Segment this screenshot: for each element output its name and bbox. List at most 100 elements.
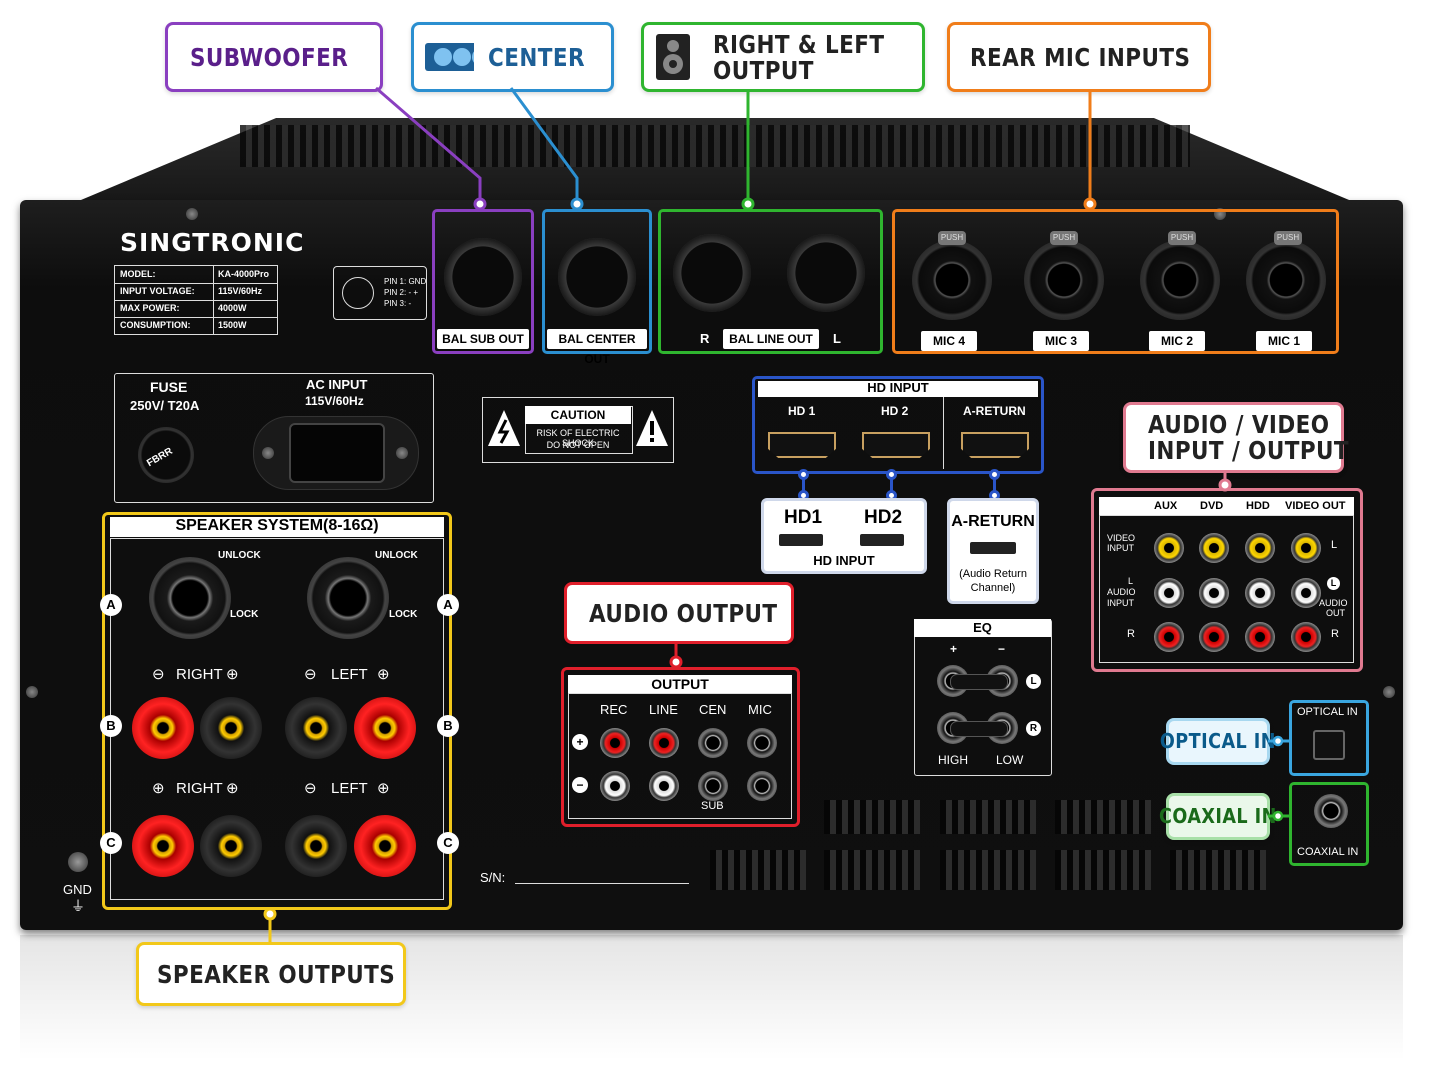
- gnd-label: GND: [63, 882, 92, 897]
- hdd-audio-r-jack[interactable]: [1245, 622, 1275, 652]
- ac-input-socket[interactable]: [289, 423, 385, 483]
- hd2-port[interactable]: [862, 432, 930, 458]
- line-label: LINE: [649, 702, 678, 717]
- push-latch[interactable]: PUSH: [1274, 231, 1302, 245]
- binding-post-black[interactable]: [200, 815, 262, 877]
- rec-label: REC: [600, 702, 628, 717]
- minus-marker: −: [572, 777, 588, 793]
- hd2-port-label: HD 2: [881, 404, 909, 418]
- vent: [1170, 850, 1266, 890]
- exclamation-warning-icon: [636, 410, 668, 446]
- line-out-l-jack[interactable]: [649, 771, 679, 801]
- mic-1-jack[interactable]: [1246, 240, 1326, 320]
- line-out-r-jack[interactable]: [649, 728, 679, 758]
- hd-input-card: HD1 HD2 HD INPUT: [761, 498, 927, 574]
- audio-out-label: OUT: [1326, 608, 1345, 618]
- dvd-video-jack[interactable]: [1199, 533, 1229, 563]
- subwoofer-leader-line: [375, 86, 487, 211]
- row-a-marker: A: [437, 594, 459, 616]
- rec-out-l-jack[interactable]: [600, 771, 630, 801]
- eq-panel: [914, 619, 1052, 776]
- eq-jumper-r[interactable]: [950, 721, 1008, 737]
- ground-icon: ⏚: [71, 898, 85, 914]
- hdmi-icon: [860, 534, 904, 546]
- speaker-outputs-leader-line: [263, 907, 277, 944]
- hdmi-icon: [970, 542, 1016, 554]
- coaxial-in-jack[interactable]: [1314, 794, 1348, 828]
- spec-value: 115V/60Hz: [218, 286, 263, 296]
- video-input-label: INPUT: [1107, 543, 1134, 553]
- mic-2-jack[interactable]: [1140, 240, 1220, 320]
- binding-post-black[interactable]: [285, 697, 347, 759]
- hd1-port[interactable]: [768, 432, 836, 458]
- right-left-callout-text: OUTPUT: [712, 55, 814, 85]
- l-marker: L: [1327, 577, 1340, 590]
- spec-label: MAX POWER:: [120, 303, 180, 313]
- dvd-audio-l-jack[interactable]: [1199, 578, 1229, 608]
- serial-number-line: [515, 883, 689, 884]
- vent: [1055, 800, 1151, 834]
- a-return-port[interactable]: [961, 432, 1029, 458]
- right-left-output-callout: RIGHT & LEFT OUTPUT: [641, 22, 925, 92]
- center-leader-line: [509, 87, 584, 211]
- optical-in-callout-text: OPTICAL IN: [1160, 729, 1276, 753]
- left-label: LEFT: [331, 780, 368, 797]
- audio-video-leader-line: [1218, 471, 1232, 492]
- aux-audio-l-jack[interactable]: [1154, 578, 1184, 608]
- vent: [1055, 850, 1151, 890]
- hdmi-icon: [779, 534, 823, 546]
- push-latch[interactable]: PUSH: [938, 231, 966, 245]
- audio-video-callout-text: INPUT / OUTPUT: [1148, 436, 1350, 465]
- binding-post-red[interactable]: [354, 815, 416, 877]
- screw: [396, 447, 408, 459]
- screw: [262, 447, 274, 459]
- rec-out-r-jack[interactable]: [600, 728, 630, 758]
- lock-label: LOCK: [389, 609, 418, 620]
- mic-3-jack[interactable]: [1024, 240, 1104, 320]
- binding-post-red[interactable]: [354, 697, 416, 759]
- spec-label: INPUT VOLTAGE:: [120, 286, 195, 296]
- bal-sub-out-jack[interactable]: [444, 238, 522, 316]
- aux-audio-r-jack[interactable]: [1154, 622, 1184, 652]
- mic-4-jack[interactable]: [912, 240, 992, 320]
- bal-line-out-r-jack[interactable]: [673, 234, 751, 312]
- speakon-left-jack[interactable]: [307, 557, 389, 639]
- video-out-jack[interactable]: [1291, 533, 1321, 563]
- sub-out-jack[interactable]: [698, 771, 728, 801]
- screw: [186, 208, 198, 220]
- dvd-audio-r-jack[interactable]: [1199, 622, 1229, 652]
- video-input-label: VIDEO: [1107, 533, 1136, 543]
- hdd-audio-l-jack[interactable]: [1245, 578, 1275, 608]
- audio-input-l-label: L: [1128, 576, 1134, 586]
- audio-out-r-jack[interactable]: [1291, 622, 1321, 652]
- binding-post-red[interactable]: [132, 697, 194, 759]
- eq-plus: +: [950, 642, 958, 656]
- aux-video-jack[interactable]: [1154, 533, 1184, 563]
- binding-post-black[interactable]: [285, 815, 347, 877]
- push-latch[interactable]: PUSH: [1050, 231, 1078, 245]
- vent: [824, 800, 920, 834]
- speakon-right-jack[interactable]: [149, 557, 231, 639]
- eq-r-marker: R: [1026, 721, 1041, 736]
- optical-in-port[interactable]: [1313, 730, 1345, 760]
- hdd-video-jack[interactable]: [1245, 533, 1275, 563]
- eq-jumper-l[interactable]: [950, 674, 1008, 690]
- ground-terminal[interactable]: [68, 852, 88, 872]
- audio-out-l-jack[interactable]: [1291, 578, 1321, 608]
- a-return-note: (Audio Return: [959, 568, 1027, 580]
- mic-out-2-jack[interactable]: [747, 771, 777, 801]
- push-latch[interactable]: PUSH: [1168, 231, 1196, 245]
- caution-label: CAUTION RISK OF ELECTRIC SHOCK DO NOT OP…: [482, 397, 674, 463]
- binding-post-black[interactable]: [200, 697, 262, 759]
- ac-input-rating: 115V/60Hz: [305, 394, 364, 408]
- mic-out-jack[interactable]: [747, 728, 777, 758]
- binding-post-red[interactable]: [132, 815, 194, 877]
- right-label: RIGHT: [176, 780, 223, 797]
- right-left-leader-line: [741, 90, 755, 211]
- bal-line-out-l-jack[interactable]: [787, 234, 865, 312]
- cen-out-jack[interactable]: [698, 728, 728, 758]
- polarity-minus-icon: ⊖: [152, 666, 165, 683]
- hd-input-title: HD INPUT: [867, 380, 929, 395]
- bal-center-out-jack[interactable]: [558, 238, 636, 316]
- coaxial-in-callout: COAXIAL IN: [1159, 793, 1276, 840]
